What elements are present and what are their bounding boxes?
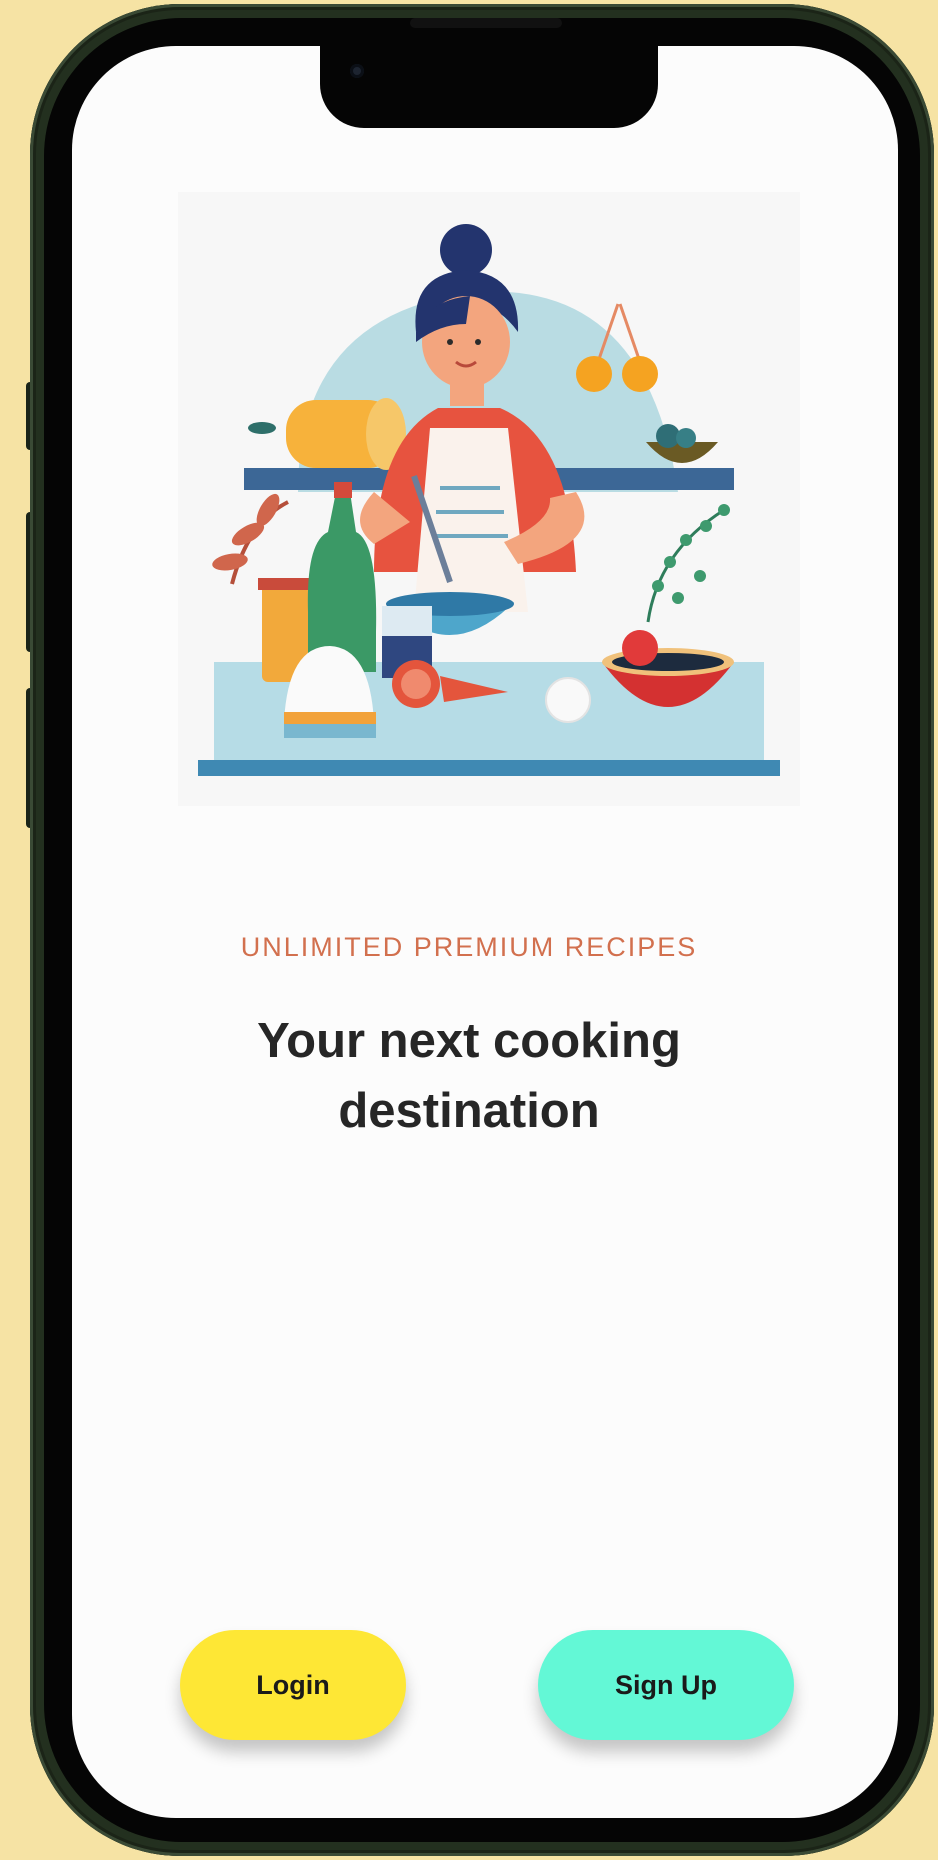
sprig-icon: [646, 508, 725, 623]
hair-bun: [440, 224, 492, 276]
phone-notch: [320, 46, 658, 128]
page-title: Your next cooking destination: [257, 1014, 681, 1138]
signup-button[interactable]: Sign Up: [538, 1630, 794, 1740]
hanging-fruit-icon: [622, 356, 658, 392]
front-camera-icon: [350, 64, 364, 78]
chef-cooking-illustration: [178, 192, 800, 806]
chef-illustration-svg: [198, 224, 780, 776]
login-button[interactable]: Login: [180, 1630, 406, 1740]
app-stage: UNLIMITED PREMIUM RECIPES Your next cook…: [0, 0, 938, 1860]
earpiece-speaker: [410, 18, 562, 28]
hanging-fruit-icon: [576, 356, 612, 392]
egg-icon: [545, 677, 591, 723]
tagline: UNLIMITED PREMIUM RECIPES: [240, 932, 698, 962]
